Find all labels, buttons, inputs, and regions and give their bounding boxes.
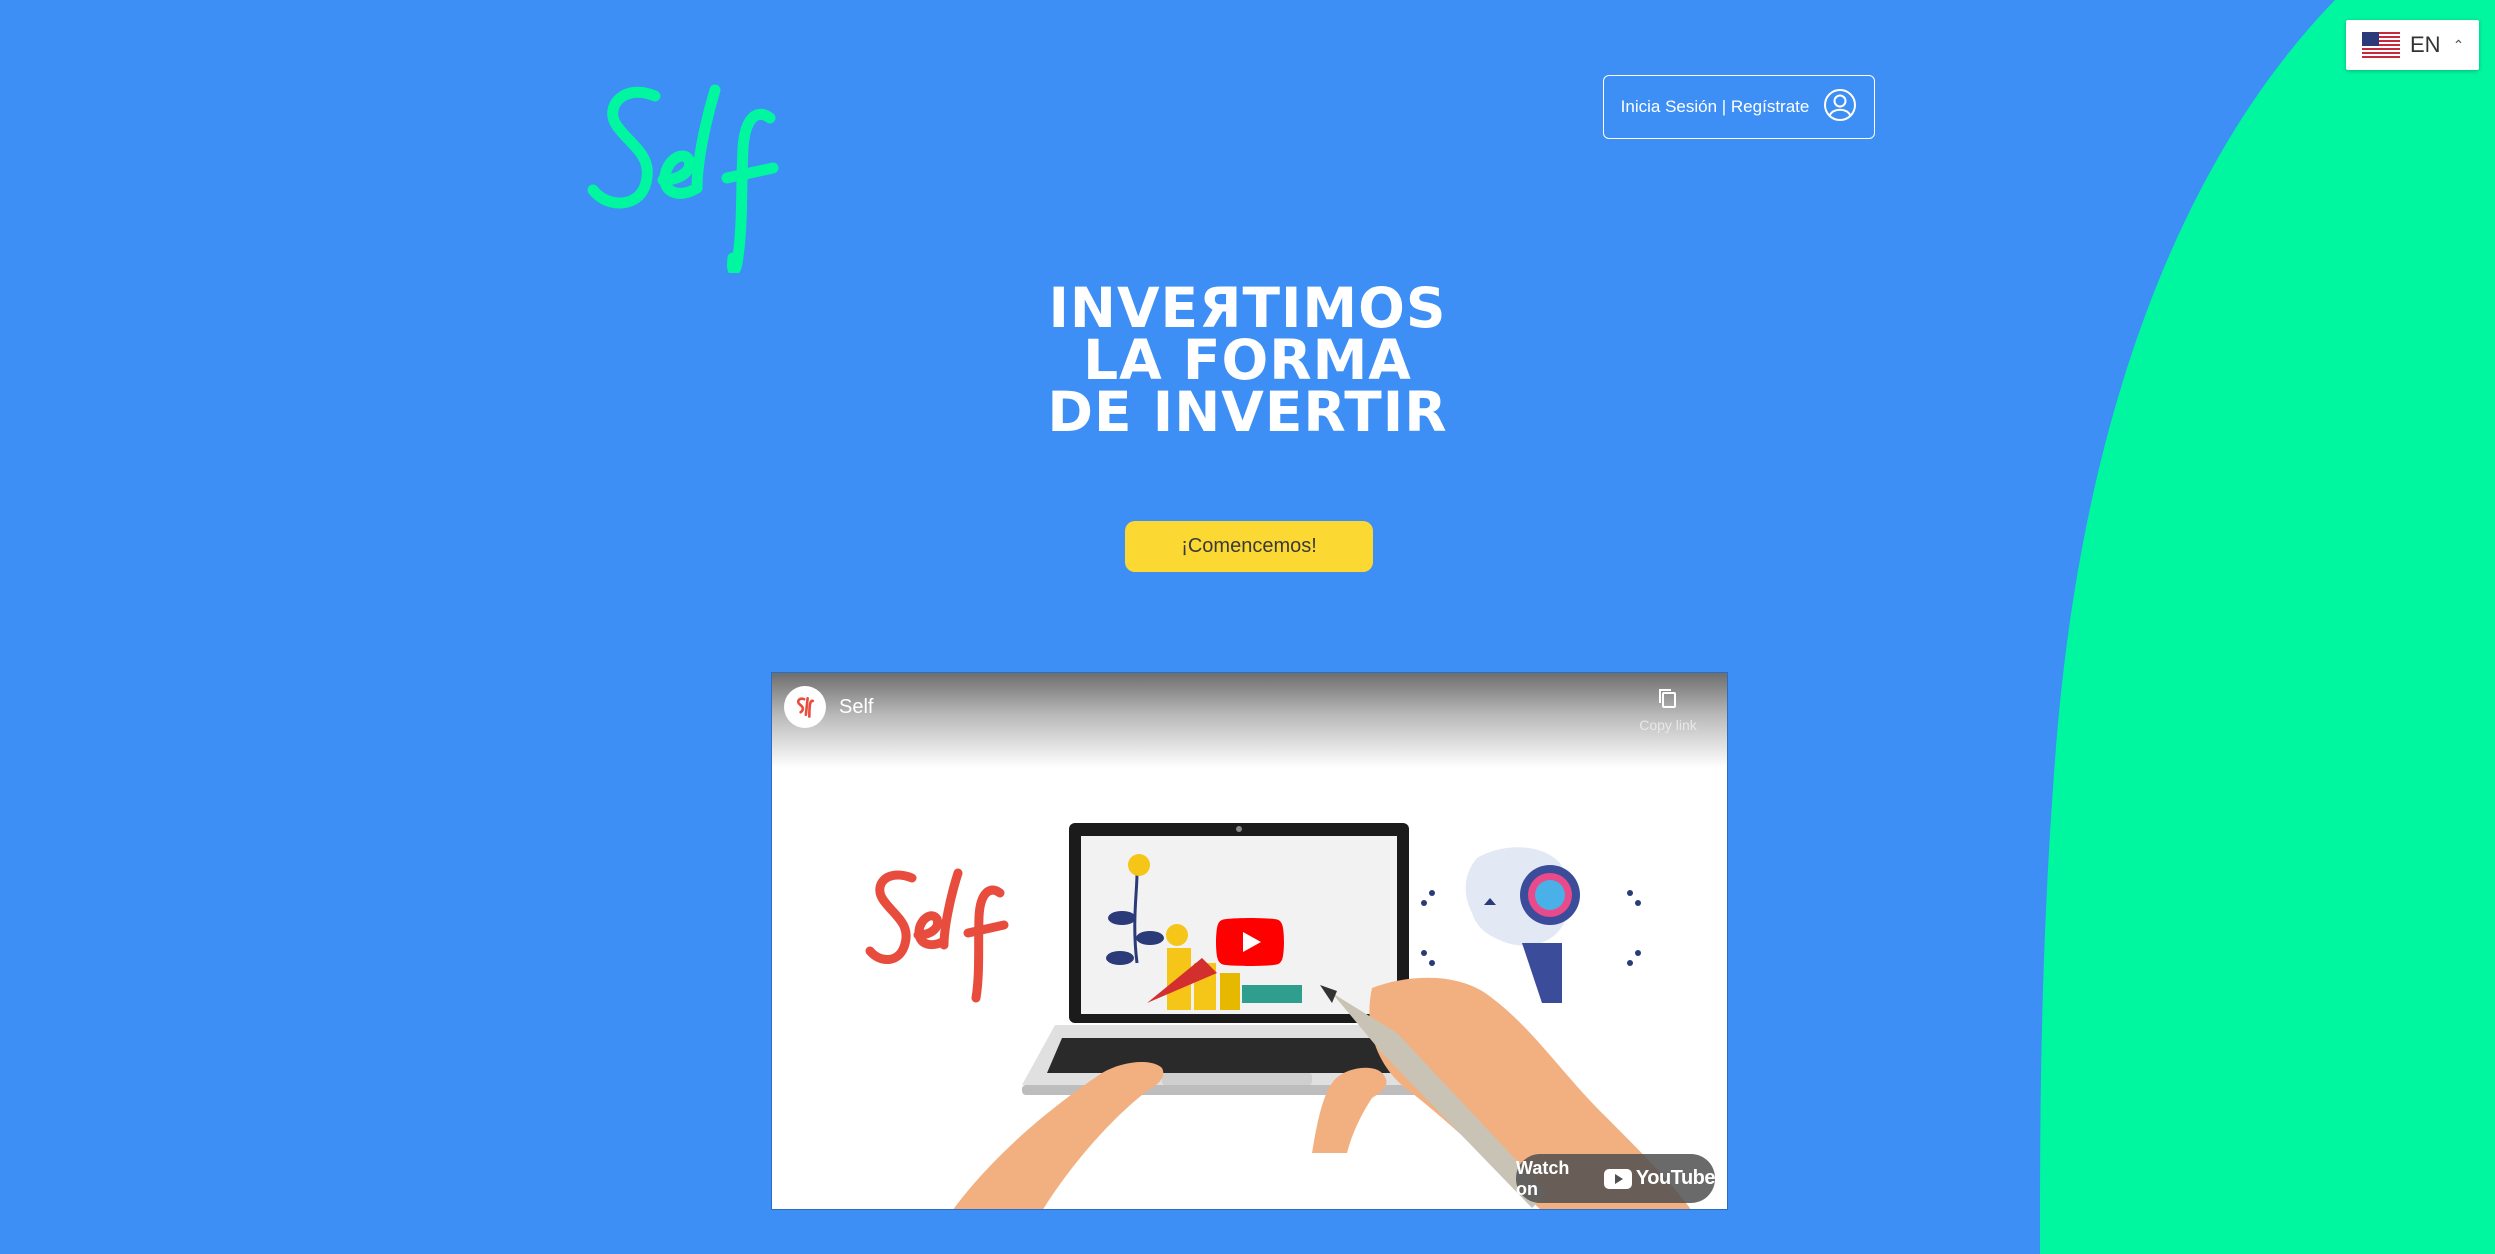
chevron-up-icon: ⌃ xyxy=(2452,36,2465,53)
us-flag-icon xyxy=(2362,32,2400,58)
youtube-logo: YouTube xyxy=(1603,1167,1716,1190)
copy-link-button[interactable]: Copy link xyxy=(1633,687,1703,733)
language-selector[interactable]: EN ⌃ xyxy=(2346,20,2479,70)
hero-headline: INVEЯTIMOS LA FORMA DE INVERTIR xyxy=(0,276,2495,444)
headline-line-1: INVEЯTIMOS xyxy=(1048,276,1447,340)
language-code: EN xyxy=(2410,32,2441,57)
copy-icon xyxy=(1659,689,1676,708)
channel-avatar[interactable] xyxy=(784,686,826,728)
headline-line-2: LA FORMA xyxy=(1083,328,1412,392)
video-top-bar xyxy=(772,673,1727,768)
login-register-label: Inicia Sesión | Regístrate xyxy=(1620,97,1810,116)
headline-line-3: DE INVERTIR xyxy=(1047,380,1448,444)
watch-on-youtube-button[interactable]: Watch on YouTube xyxy=(1516,1154,1716,1203)
get-started-button[interactable]: ¡Comencemos! xyxy=(1125,521,1373,572)
login-register-button[interactable]: Inicia Sesión | Regístrate xyxy=(1603,75,1875,139)
play-icon[interactable] xyxy=(1216,918,1284,966)
user-circle-icon xyxy=(1823,88,1857,127)
self-logo[interactable] xyxy=(585,68,785,276)
youtube-embed[interactable]: Self Copy link Watch on YouTube xyxy=(771,672,1728,1210)
copy-link-label: Copy link xyxy=(1639,717,1697,733)
channel-name[interactable]: Self xyxy=(839,696,873,719)
watch-on-label: Watch on xyxy=(1516,1157,1570,1199)
youtube-icon xyxy=(1603,1168,1632,1189)
youtube-label: YouTube xyxy=(1635,1167,1716,1189)
